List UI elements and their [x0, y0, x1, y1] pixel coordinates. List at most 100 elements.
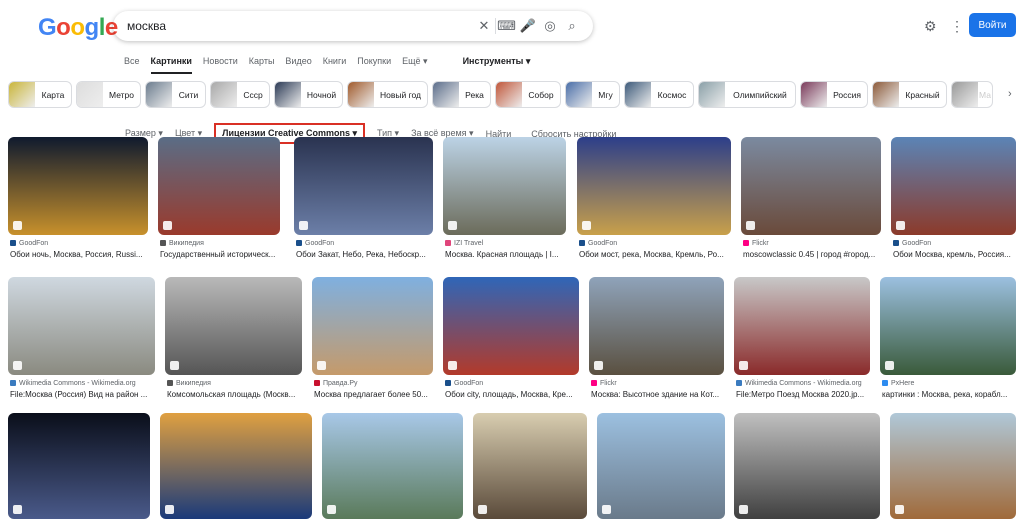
result-image[interactable]: [577, 137, 731, 235]
chip-13[interactable]: Ма: [951, 81, 993, 108]
source-name: Flickr: [600, 380, 617, 387]
tab-2[interactable]: Новости: [203, 54, 238, 74]
chip-label: Ма: [979, 89, 991, 100]
image-badge-icon: [448, 361, 457, 370]
tab-7[interactable]: Ещё ▾: [402, 54, 427, 74]
result-title[interactable]: Комсомольская площадь (Москв...: [167, 390, 304, 399]
result-image[interactable]: [443, 137, 566, 235]
result-source[interactable]: IZI Travel: [445, 240, 483, 247]
result-image[interactable]: [741, 137, 881, 235]
chip-7[interactable]: Собор: [495, 81, 561, 108]
result-source[interactable]: Flickr: [743, 240, 769, 247]
result-title[interactable]: Обои ночь, Москва, Россия, Russi...: [10, 250, 150, 259]
result-source[interactable]: GoodFon: [445, 380, 483, 387]
chip-thumbnail: [9, 82, 35, 107]
chip-thumbnail: [348, 82, 374, 107]
image-badge-icon: [448, 221, 457, 230]
chip-10[interactable]: Олимпийский: [698, 81, 796, 108]
result-title[interactable]: Обои city, площадь, Москва, Кре...: [445, 390, 581, 399]
result-source[interactable]: GoodFon: [893, 240, 931, 247]
result-source[interactable]: GoodFon: [10, 240, 48, 247]
result-source[interactable]: GoodFon: [296, 240, 334, 247]
result-title[interactable]: Обои мост, река, Москва, Кремль, Ро...: [579, 250, 733, 259]
result-source[interactable]: PxHere: [882, 380, 914, 387]
result-image[interactable]: [294, 137, 433, 235]
result-image[interactable]: [443, 277, 579, 375]
tab-6[interactable]: Покупки: [357, 54, 391, 74]
clear-icon[interactable]: ✕: [473, 18, 495, 34]
chip-12[interactable]: Красный: [872, 81, 947, 108]
search-box[interactable]: москва ✕ ⌨ 🎤 ◎ ⌕: [113, 11, 593, 41]
result-image[interactable]: [880, 277, 1016, 375]
result-source[interactable]: Wikimedia Commons - Wikimedia.org: [736, 380, 862, 387]
result-image[interactable]: [589, 277, 724, 375]
source-name: Flickr: [752, 240, 769, 247]
result-image[interactable]: [891, 137, 1016, 235]
chip-9[interactable]: Космос: [624, 81, 694, 108]
result-title[interactable]: File:Москва (Россия) Вид на район ...: [10, 390, 157, 399]
result-image[interactable]: [473, 413, 587, 519]
chip-8[interactable]: Мгу: [565, 81, 620, 108]
result-image[interactable]: [160, 413, 312, 519]
result-source[interactable]: Википедия: [167, 380, 211, 387]
result-image[interactable]: [597, 413, 725, 519]
result-image[interactable]: [890, 413, 1016, 519]
settings-icon[interactable]: ⚙: [924, 18, 937, 35]
result-source[interactable]: Википедия: [160, 240, 204, 247]
source-name: IZI Travel: [454, 240, 484, 247]
tab-3[interactable]: Карты: [249, 54, 275, 74]
result-title[interactable]: Москва предлагает более 50...: [314, 390, 435, 399]
chip-11[interactable]: Россия: [800, 81, 868, 108]
result-image[interactable]: [8, 413, 150, 519]
result-title[interactable]: Государственный историческ...: [160, 250, 282, 259]
source-favicon-icon: [10, 240, 16, 246]
result-image[interactable]: [734, 413, 880, 519]
lens-icon[interactable]: ◎: [539, 18, 561, 34]
result-title[interactable]: File:Метро Поезд Москва 2020.jp...: [736, 390, 872, 399]
tab-5[interactable]: Книги: [323, 54, 347, 74]
google-logo[interactable]: Google: [38, 14, 118, 42]
result-title[interactable]: картинки : Москва, река, корабл...: [882, 390, 1018, 399]
chip-5[interactable]: Новый год: [347, 81, 428, 108]
tools-button[interactable]: Инструменты ▾: [463, 54, 531, 74]
chip-label: Новый год: [379, 89, 421, 100]
tab-1[interactable]: Картинки: [150, 54, 192, 74]
image-badge-icon: [317, 361, 326, 370]
result-image[interactable]: [734, 277, 870, 375]
image-badge-icon: [327, 505, 336, 514]
result-title[interactable]: moscowclassic 0.45 | город #город...: [743, 250, 883, 259]
chevron-right-icon[interactable]: ›: [1008, 88, 1012, 100]
chip-4[interactable]: Ночной: [274, 81, 343, 108]
result-image[interactable]: [165, 277, 302, 375]
result-title[interactable]: Обои Закат, Небо, Река, Небоскр...: [296, 250, 435, 259]
login-button[interactable]: Войти: [969, 13, 1016, 37]
chip-0[interactable]: Карта: [8, 81, 72, 108]
result-source[interactable]: GoodFon: [579, 240, 617, 247]
result-title[interactable]: Обои Москва, кремль, Россия...: [893, 250, 1018, 259]
result-image[interactable]: [8, 277, 155, 375]
result-source[interactable]: Flickr: [591, 380, 617, 387]
chip-2[interactable]: Сити: [145, 81, 206, 108]
result-image[interactable]: [312, 277, 433, 375]
microphone-icon[interactable]: 🎤: [517, 18, 539, 34]
keyboard-icon[interactable]: ⌨: [495, 18, 517, 34]
chip-thumbnail: [952, 82, 978, 107]
tab-0[interactable]: Все: [124, 54, 140, 74]
result-title[interactable]: Москва. Красная площадь | I...: [445, 250, 568, 259]
tab-4[interactable]: Видео: [285, 54, 311, 74]
chip-6[interactable]: Река: [432, 81, 491, 108]
source-name: GoodFon: [588, 240, 618, 247]
result-image[interactable]: [322, 413, 463, 519]
chip-label: Россия: [833, 89, 861, 100]
result-source[interactable]: Wikimedia Commons - Wikimedia.org: [10, 380, 136, 387]
chip-bar: Карта Метро Сити Ссср Ночной Новый год Река Соб…: [8, 81, 1003, 108]
result-image[interactable]: [158, 137, 280, 235]
search-icon[interactable]: ⌕: [561, 18, 583, 34]
source-favicon-icon: [743, 240, 749, 246]
result-source[interactable]: Правда.Ру: [314, 380, 358, 387]
result-image[interactable]: [8, 137, 148, 235]
search-input[interactable]: москва: [127, 19, 473, 33]
chip-3[interactable]: Ссср: [210, 81, 270, 108]
result-title[interactable]: Москва: Высотное здание на Кот...: [591, 390, 726, 399]
chip-1[interactable]: Метро: [76, 81, 141, 108]
